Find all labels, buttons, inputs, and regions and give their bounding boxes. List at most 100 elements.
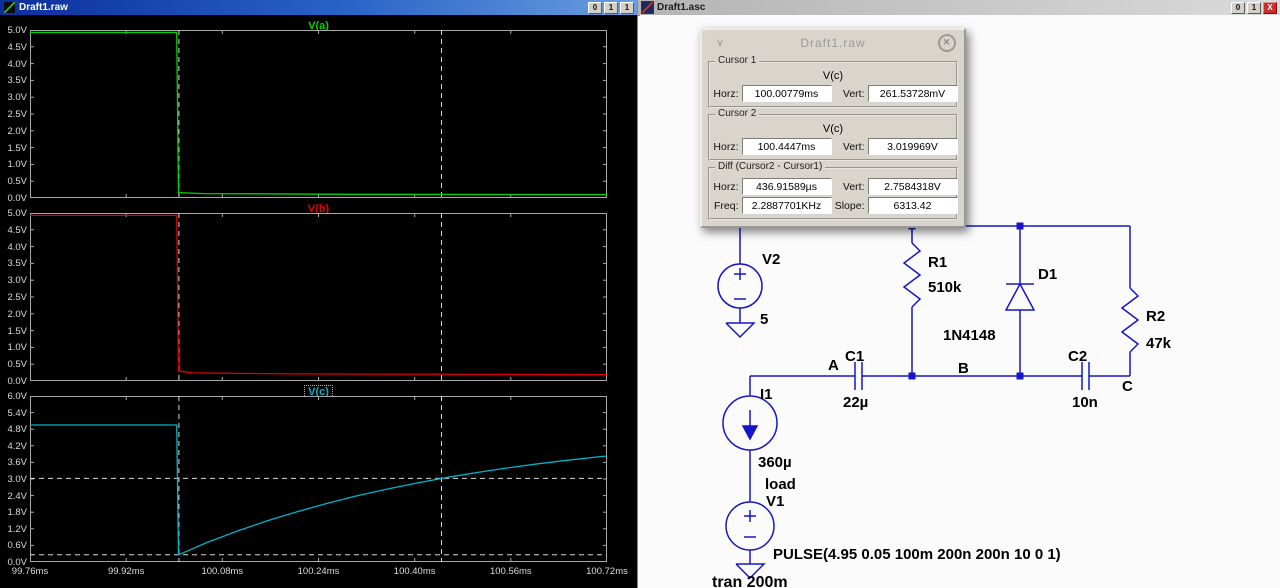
y-tick-label: 4.2V: [7, 440, 27, 452]
cursor-dialog: ∨ Draft1.raw ✕ Cursor 1 V(c) Horz: Vert:…: [700, 28, 966, 228]
node-label-b[interactable]: B: [958, 360, 969, 377]
y-tick-label: 4.0V: [7, 58, 27, 70]
schematic-window: Draft1.asc 0 1 X V2 5 R1 510k D1 1N4148 …: [638, 0, 1280, 588]
v2-value-label[interactable]: 5: [760, 311, 768, 328]
c2-value-label[interactable]: 10n: [1072, 394, 1098, 411]
r2-resistor[interactable]: [1120, 226, 1140, 376]
c1-value-label[interactable]: 22µ: [843, 394, 868, 411]
y-tick-label: 0.5V: [7, 359, 27, 371]
y-tick-label: 4.5V: [7, 41, 27, 53]
cursor2-horz-field[interactable]: [741, 138, 832, 155]
x-tick-label: 100.24ms: [297, 566, 340, 577]
diff-freq-field[interactable]: [741, 197, 832, 214]
vert-label: Vert:: [842, 180, 865, 193]
trace-vc: [30, 424, 607, 556]
i1-value-label[interactable]: 360µ: [758, 454, 792, 471]
y-tick-label: 2.5V: [7, 292, 27, 303]
maximize-button[interactable]: 1: [604, 1, 618, 14]
node-label-c[interactable]: C: [1122, 378, 1133, 395]
y-tick-label: 0.5V: [7, 176, 27, 188]
trace-vb: [30, 214, 607, 376]
r1-resistor[interactable]: [902, 226, 922, 376]
cursor2-group: Cursor 2 V(c) Horz: Vert:: [708, 108, 958, 161]
minimize-button[interactable]: 0: [588, 1, 602, 14]
y-tick-label: 4.5V: [7, 224, 27, 236]
cursor2-vert-field[interactable]: [867, 138, 958, 155]
i1-ref-label[interactable]: I1: [760, 386, 773, 403]
node-label-a[interactable]: A: [828, 357, 839, 374]
v1-ref-label[interactable]: V1: [766, 493, 784, 510]
close-button[interactable]: X: [1263, 1, 1277, 14]
y-tick-label: 3.0V: [7, 275, 27, 287]
horz-label: Horz:: [713, 140, 739, 153]
y-tick-label: 0.0V: [7, 193, 27, 204]
diff-vert-field[interactable]: [867, 178, 958, 195]
y-tick-label: 2.0V: [7, 125, 27, 137]
plot-pane-vb[interactable]: [30, 213, 607, 381]
v2-voltage-source[interactable]: [717, 226, 763, 339]
waveform-window: Draft1.raw 0 1 1 V(a) V(b) V(c) 5.0V 4.5V…: [0, 0, 638, 588]
plot-pane-vc[interactable]: [30, 396, 607, 562]
close-icon[interactable]: ✕: [938, 34, 956, 52]
cursor2-signal: V(c): [822, 123, 844, 135]
c2-ref-label[interactable]: C2: [1068, 348, 1087, 365]
spice-directive[interactable]: tran 200m: [712, 574, 788, 588]
schematic-window-title: Draft1.asc: [657, 2, 706, 13]
c1-ref-label[interactable]: C1: [845, 348, 864, 365]
ltspice-app: Draft1.raw 0 1 1 V(a) V(b) V(c) 5.0V 4.5V…: [0, 0, 1280, 588]
plot-frame: [30, 213, 607, 381]
x-tick-label: 100.40ms: [393, 566, 436, 577]
cursor1-vert-field[interactable]: [867, 85, 958, 102]
trace-va: [30, 31, 607, 196]
cursor-dialog-titlebar[interactable]: ∨ Draft1.raw ✕: [702, 30, 964, 55]
waveform-window-title: Draft1.raw: [19, 2, 68, 13]
close-button[interactable]: 1: [620, 1, 634, 14]
diff-slope-field[interactable]: [867, 197, 958, 214]
r2-ref-label[interactable]: R2: [1146, 308, 1165, 325]
x-tick-label: 100.08ms: [201, 566, 244, 577]
maximize-button[interactable]: 1: [1247, 1, 1261, 14]
x-tick-label: 100.72ms: [586, 566, 628, 577]
d1-ref-label[interactable]: D1: [1038, 266, 1057, 283]
schematic-window-icon: [641, 1, 654, 14]
diff-horz-field[interactable]: [741, 178, 832, 195]
y-tick-label: 5.4V: [7, 407, 27, 419]
collapse-icon[interactable]: ∨: [716, 36, 725, 49]
i1-extra-label[interactable]: load: [765, 476, 796, 493]
v2-ref-label[interactable]: V2: [762, 251, 780, 268]
c1-capacitor[interactable]: [854, 362, 863, 390]
v1-voltage-source[interactable]: [725, 501, 775, 580]
y-tick-label: 4.0V: [7, 241, 27, 253]
cursor1-group-label: Cursor 1: [715, 55, 760, 66]
r2-value-label[interactable]: 47k: [1146, 335, 1172, 352]
d1-diode[interactable]: [1004, 226, 1036, 376]
waveform-titlebar[interactable]: Draft1.raw 0 1 1: [0, 0, 637, 15]
horz-label: Horz:: [713, 180, 739, 193]
cursor1-horz-field[interactable]: [741, 85, 832, 102]
r1-ref-label[interactable]: R1: [928, 254, 947, 271]
ground-symbol: [725, 322, 756, 339]
y-tick-label: 3.0V: [7, 92, 27, 104]
d1-value-label[interactable]: 1N4148: [943, 327, 996, 344]
plot-frame: [30, 396, 607, 562]
y-tick-label: 1.0V: [7, 342, 27, 354]
y-tick-label: 1.5V: [7, 142, 27, 154]
v1-value-label[interactable]: PULSE(4.95 0.05 100m 200n 200n 10 0 1): [773, 546, 1061, 563]
y-tick-label: 4.8V: [7, 424, 27, 436]
y-tick-label: 3.0V: [7, 474, 27, 485]
horz-label: Horz:: [713, 87, 739, 100]
y-tick-label: 1.0V: [7, 159, 27, 171]
schematic-titlebar[interactable]: Draft1.asc 0 1 X: [638, 0, 1280, 16]
y-tick-label: 2.4V: [7, 490, 27, 502]
schematic-window-buttons: 0 1 X: [1231, 1, 1277, 14]
c2-capacitor[interactable]: [1081, 362, 1090, 390]
freq-label: Freq:: [713, 199, 739, 212]
cursor2-group-label: Cursor 2: [715, 108, 760, 119]
y-tick-label: 6.0V: [7, 391, 27, 402]
x-tick-label: 100.56ms: [489, 566, 532, 577]
y-tick-label: 3.6V: [7, 457, 27, 469]
r1-value-label[interactable]: 510k: [928, 279, 962, 296]
vert-label: Vert:: [842, 87, 865, 100]
plot-pane-va[interactable]: [30, 30, 607, 198]
minimize-button[interactable]: 0: [1231, 1, 1245, 14]
